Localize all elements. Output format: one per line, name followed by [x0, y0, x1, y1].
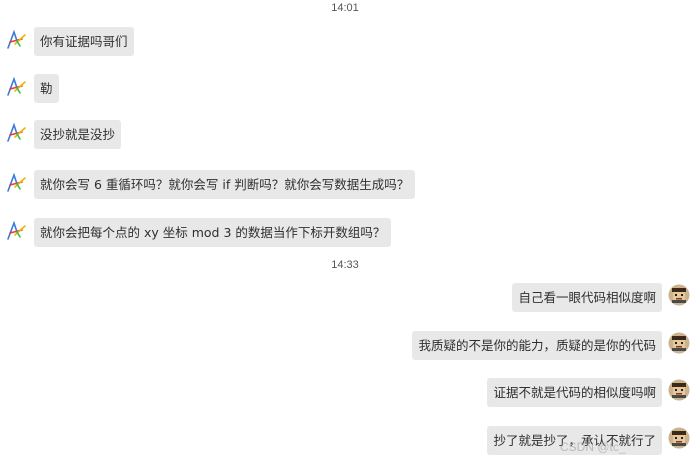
- message-row: 你有证据吗哥们: [0, 27, 690, 57]
- message-row: 就你会写 6 重循环吗？就你会写 if 判断吗？就你会写数据生成吗？: [0, 170, 690, 200]
- timestamp: 14:01: [331, 2, 359, 14]
- timestamp: 14:33: [331, 259, 359, 271]
- watermark: CSDN @tc_: [560, 440, 626, 454]
- colorful-a-logo-icon[interactable]: [6, 220, 28, 242]
- pixel-face-icon[interactable]: [668, 379, 690, 401]
- pixel-face-icon[interactable]: [668, 284, 690, 306]
- colorful-a-logo-icon[interactable]: [6, 122, 28, 144]
- colorful-a-logo-icon[interactable]: [6, 172, 28, 194]
- pixel-face-icon[interactable]: [668, 332, 690, 354]
- message-row: 自己看一眼代码相似度啊: [0, 283, 690, 313]
- message-bubble: 你有证据吗哥们: [34, 27, 134, 56]
- colorful-a-logo-icon[interactable]: [6, 29, 28, 51]
- message-bubble: 我质疑的不是你的能力，质疑的是你的代码: [412, 331, 662, 360]
- message-row: 我质疑的不是你的能力，质疑的是你的代码: [0, 331, 690, 361]
- message-row: 就你会把每个点的 xy 坐标 mod 3 的数据当作下标开数组吗？: [0, 218, 690, 248]
- colorful-a-logo-icon[interactable]: [6, 76, 28, 98]
- message-bubble: 就你会写 6 重循环吗？就你会写 if 判断吗？就你会写数据生成吗？: [34, 170, 416, 199]
- chat-window: 14:01 你有证据吗哥们 勒 没抄就是没抄 就你会写 6 重循环吗？就你会写 …: [0, 0, 690, 463]
- pixel-face-icon[interactable]: [668, 427, 690, 449]
- message-bubble: 勒: [34, 74, 59, 103]
- message-row: 证据不就是代码的相似度吗啊: [0, 378, 690, 408]
- message-bubble: 证据不就是代码的相似度吗啊: [487, 378, 662, 407]
- message-row: 勒: [0, 74, 690, 104]
- message-bubble: 就你会把每个点的 xy 坐标 mod 3 的数据当作下标开数组吗？: [34, 218, 392, 247]
- message-bubble: 没抄就是没抄: [34, 120, 122, 149]
- message-row: 没抄就是没抄: [0, 120, 690, 150]
- message-bubble: 自己看一眼代码相似度啊: [512, 283, 662, 312]
